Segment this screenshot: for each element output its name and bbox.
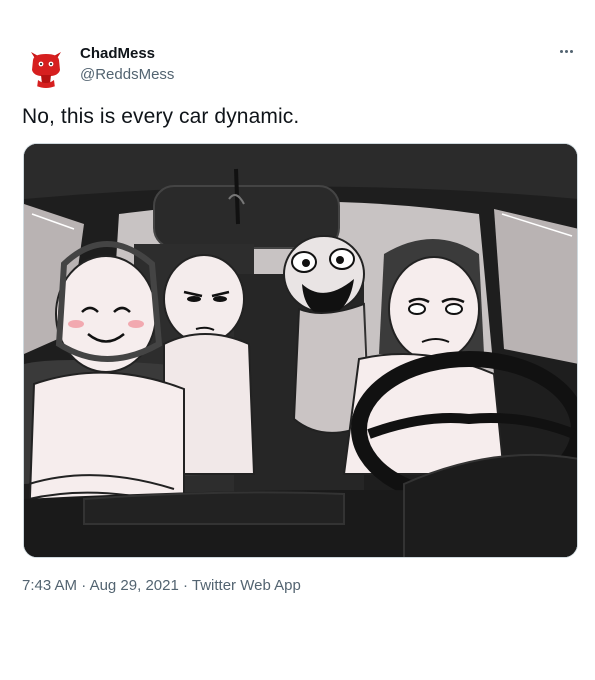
avatar[interactable] xyxy=(22,40,70,88)
tweet-text: No, this is every car dynamic. xyxy=(22,105,300,128)
tweet-time[interactable]: 7:43 AM xyxy=(22,577,77,594)
tweet-card: ChadMess @ReddsMess No, this is every ca… xyxy=(0,0,595,680)
author-handle[interactable]: @ReddsMess xyxy=(80,66,174,83)
car-dynamic-illustration xyxy=(24,144,577,557)
tweet-source[interactable]: Twitter Web App xyxy=(192,577,301,594)
tweet-media[interactable] xyxy=(23,143,578,558)
meta-separator: · xyxy=(178,577,192,594)
more-options-button[interactable] xyxy=(555,42,577,60)
red-devil-avatar-icon xyxy=(31,52,61,88)
ellipsis-icon xyxy=(559,49,573,53)
author-name[interactable]: ChadMess xyxy=(80,45,155,62)
meta-separator: · xyxy=(77,577,90,594)
tweet-meta: 7:43 AM · Aug 29, 2021 · Twitter Web App xyxy=(22,577,301,594)
tweet-date[interactable]: Aug 29, 2021 xyxy=(90,577,179,594)
